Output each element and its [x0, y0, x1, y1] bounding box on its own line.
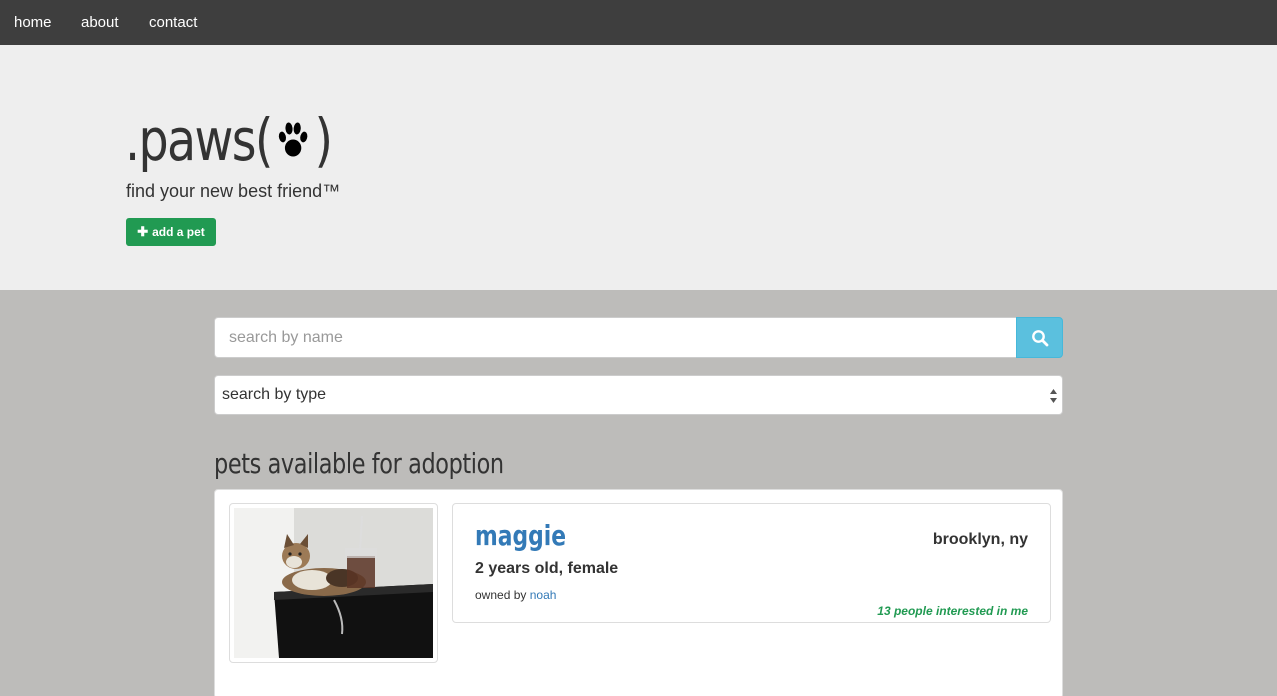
- search-icon: [1031, 329, 1048, 346]
- nav-home-link[interactable]: home: [14, 13, 52, 32]
- type-select[interactable]: search by type: [214, 375, 1063, 415]
- pet-owner: owned by noah: [475, 588, 556, 602]
- pets-list-panel: maggie brooklyn, ny 2 years old, female …: [214, 489, 1063, 696]
- paw-icon: [278, 122, 308, 157]
- search-bar: [214, 317, 1063, 358]
- nav-contact-link[interactable]: contact: [149, 13, 197, 32]
- hero-banner: .paws( ) find your new best friend™ ✚ ad…: [0, 45, 1277, 290]
- pet-location: brooklyn, ny: [932, 531, 1028, 548]
- pet-age-sex: 2 years old, female: [475, 560, 619, 577]
- select-arrows-icon: [1050, 389, 1057, 403]
- pet-info-card: maggie brooklyn, ny 2 years old, female …: [452, 503, 1051, 623]
- pet-photo: [234, 508, 433, 658]
- brand-suffix: ): [314, 106, 333, 174]
- add-pet-button-label: add a pet: [152, 225, 205, 239]
- search-name-input[interactable]: [214, 317, 1017, 358]
- pet-name-link[interactable]: maggie: [475, 518, 566, 554]
- plus-icon: ✚: [137, 224, 149, 239]
- section-title: pets available for adoption: [214, 447, 504, 480]
- site-logo: .paws( ): [125, 105, 333, 175]
- add-pet-button[interactable]: ✚ add a pet: [126, 218, 216, 246]
- nav-about-link[interactable]: about: [81, 13, 119, 32]
- owner-prefix: owned by: [475, 588, 527, 602]
- top-navbar: home about contact: [0, 0, 1277, 45]
- brand-prefix: .paws(: [125, 106, 273, 174]
- search-button[interactable]: [1016, 317, 1063, 358]
- pet-photo-thumbnail[interactable]: [229, 503, 438, 663]
- owner-link[interactable]: noah: [530, 588, 557, 602]
- tagline: find your new best friend™: [126, 181, 341, 201]
- type-select-value: search by type: [222, 386, 327, 403]
- interest-count: 13 people interested in me: [877, 604, 1028, 618]
